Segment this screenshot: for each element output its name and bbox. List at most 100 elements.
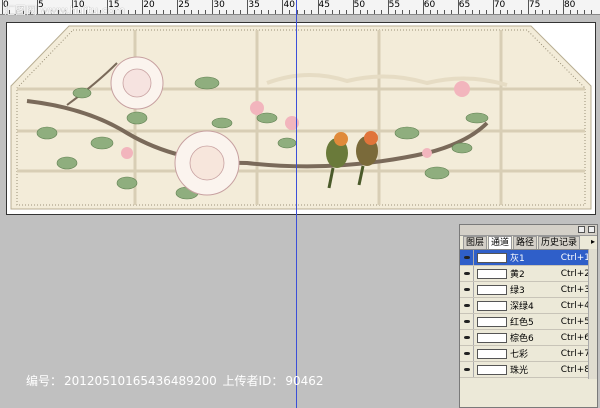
ruler-number: 30: [213, 0, 225, 10]
id-value: 20120510165436489200: [64, 374, 217, 388]
visibility-eye-icon[interactable]: [460, 330, 474, 345]
ruler-tick: [527, 0, 529, 14]
ruler-tick: [289, 10, 291, 14]
ruler-tick: [233, 10, 235, 14]
ruler-tick: [191, 10, 193, 14]
ruler-tick: [429, 10, 431, 14]
visibility-eye-icon[interactable]: [460, 266, 474, 281]
channel-shortcut: Ctrl+4: [560, 300, 590, 311]
ruler-tick: [576, 10, 578, 14]
ruler-tick: [366, 10, 368, 14]
channel-shortcut: Ctrl+2: [560, 268, 590, 279]
ruler-tick: [387, 0, 389, 14]
panel-tabs: 图层 通道 路径 历史记录 ▸: [460, 236, 597, 250]
ruler-tick: [135, 10, 137, 14]
ruler-number: 65: [458, 0, 471, 10]
ruler-tick: [513, 10, 515, 14]
ruler-tick: [2, 0, 3, 14]
channel-shortcut: Ctrl+7: [560, 348, 590, 359]
ruler-tick: [492, 0, 494, 14]
ruler-tick: [408, 10, 410, 14]
visibility-eye-icon[interactable]: [460, 314, 474, 329]
ruler-tick: [584, 10, 585, 14]
channel-name: 棕色6: [510, 334, 534, 344]
ruler-tick: [380, 10, 382, 14]
channel-row[interactable]: 棕色6 Ctrl+6: [460, 330, 597, 346]
ruler-tick: [499, 10, 501, 14]
minimize-icon[interactable]: [578, 226, 585, 233]
panel-scrollbar[interactable]: [588, 249, 597, 379]
ruler-tick: [163, 10, 165, 14]
visibility-eye-icon[interactable]: [460, 362, 474, 377]
channel-name: 绿3: [510, 286, 525, 296]
channel-row[interactable]: 灰1 Ctrl+1: [460, 250, 597, 266]
ruler-tick: [534, 10, 536, 14]
vertical-guide-line[interactable]: [296, 0, 297, 408]
ruler-tick: [170, 10, 172, 14]
channel-row[interactable]: 深绿4 Ctrl+4: [460, 298, 597, 314]
ruler-tick: [443, 10, 445, 14]
tab-2[interactable]: 通道: [488, 236, 513, 249]
triangle-right-icon[interactable]: ▸: [591, 236, 597, 249]
ruler-tick: [254, 10, 256, 14]
channel-name: 黄2: [510, 270, 525, 280]
ruler-tick: [282, 0, 284, 14]
channel-shortcut: Ctrl+6: [560, 332, 590, 343]
channel-name: 红色5: [510, 318, 534, 328]
ruler-tick: [345, 10, 347, 14]
channel-row[interactable]: 红色5 Ctrl+5: [460, 314, 597, 330]
channel-row[interactable]: 绿3 Ctrl+3: [460, 282, 597, 298]
visibility-eye-icon[interactable]: [460, 346, 474, 361]
ruler-tick: [198, 10, 200, 14]
ruler-tick: [401, 10, 403, 14]
watermark-text: 汇图网 www.huitu.com: [4, 4, 126, 17]
ruler-number: 40: [283, 0, 295, 10]
channel-shortcut: Ctrl+8: [560, 364, 590, 375]
ruler-tick: [240, 10, 242, 14]
ruler-tick: [310, 10, 312, 14]
tab-4[interactable]: 历史记录: [538, 236, 581, 249]
channel-name: 七彩: [510, 350, 529, 360]
channels-panel: 图层 通道 路径 历史记录 ▸ 灰1 Ctrl+1 黄2 Ctrl+2 绿3 Ctrl+3 深绿4 C…: [459, 224, 598, 408]
ruler-tick: [415, 10, 417, 14]
channel-shortcut: Ctrl+1: [560, 252, 590, 263]
ruler-number: 20: [143, 0, 155, 10]
document-canvas[interactable]: [6, 22, 596, 215]
ruler-tick: [303, 10, 305, 14]
close-icon[interactable]: [588, 226, 595, 233]
tab-3[interactable]: 路径: [513, 236, 538, 249]
ruler-tick: [268, 10, 270, 14]
uploader-value: 90462: [285, 374, 324, 388]
visibility-eye-icon[interactable]: [460, 282, 474, 297]
ruler-tick: [555, 10, 557, 14]
ruler-tick: [275, 10, 277, 14]
tab-1[interactable]: 图层: [463, 236, 488, 249]
channel-list: 灰1 Ctrl+1 黄2 Ctrl+2 绿3 Ctrl+3 深绿4 Ctrl+4 红色5 Ctrl…: [460, 250, 597, 378]
ruler-tick: [373, 10, 375, 14]
channel-row[interactable]: 黄2 Ctrl+2: [460, 266, 597, 282]
visibility-eye-icon[interactable]: [460, 250, 474, 265]
ruler-tick: [247, 0, 249, 14]
ruler-number: 70: [493, 0, 506, 10]
id-label: 编号：: [26, 374, 63, 388]
channel-thumbnail: [477, 268, 507, 279]
artwork-illustration: [10, 25, 592, 210]
ruler-tick: [128, 10, 130, 14]
ruler-tick: [212, 0, 214, 14]
ruler-tick: [184, 10, 186, 14]
visibility-eye-icon[interactable]: [460, 298, 474, 313]
channel-thumbnail: [477, 300, 507, 311]
ruler-tick: [436, 10, 438, 14]
ruler-number: 60: [423, 0, 436, 10]
ruler-tick: [450, 10, 452, 14]
channel-thumbnail: [477, 348, 507, 359]
channel-row[interactable]: 珠光 Ctrl+8: [460, 362, 597, 378]
ruler-tick: [591, 10, 592, 14]
ruler-tick: [261, 10, 263, 14]
panel-titlebar[interactable]: [460, 225, 597, 236]
ruler-number: 50: [353, 0, 366, 10]
ruler-tick: [464, 10, 466, 14]
ruler-tick: [478, 10, 480, 14]
ruler-tick: [177, 0, 179, 14]
channel-row[interactable]: 七彩 Ctrl+7: [460, 346, 597, 362]
